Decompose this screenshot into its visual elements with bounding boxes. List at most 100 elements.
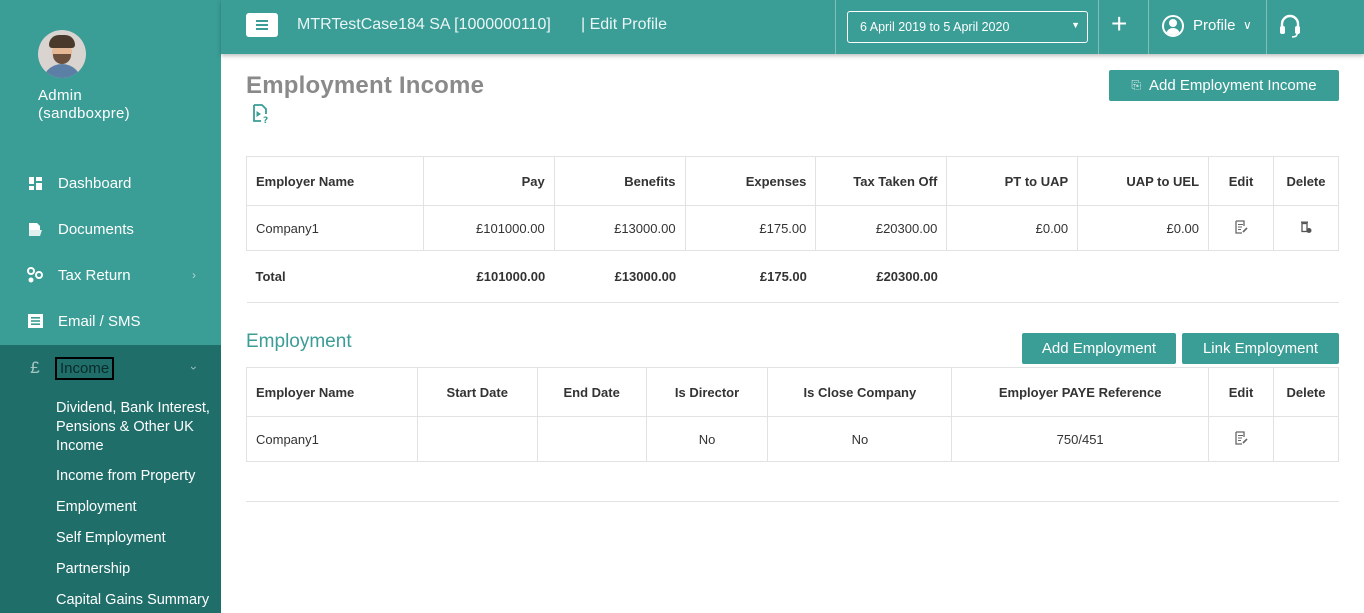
cell-uap-to-uel: £0.00 — [1077, 205, 1210, 251]
col-header: Employer Name — [246, 367, 418, 417]
chevron-down-icon[interactable]: ∨ — [1243, 18, 1252, 32]
main-content: Employment Income ? ⎘ Add Employment Inc… — [221, 54, 1364, 613]
sidebar-item-label: Tax Return — [58, 266, 131, 284]
sidebar-item-label: Income — [54, 356, 115, 380]
divider — [1148, 0, 1149, 54]
cell-employer-name: Company1 — [246, 416, 418, 462]
table-header-row: Employer Name Pay Benefits Expenses Tax … — [246, 156, 1340, 206]
sidebar-sub-property[interactable]: Income from Property — [56, 467, 221, 486]
col-header: Delete — [1272, 367, 1340, 417]
total-pay: £101000.00 — [423, 250, 555, 303]
sidebar-item-dashboard[interactable]: Dashboard — [0, 160, 221, 206]
email-sms-icon — [27, 313, 43, 329]
user-circle-icon[interactable] — [1162, 15, 1184, 37]
total-tax-taken-off: £20300.00 — [815, 250, 947, 303]
edit-icon[interactable] — [1234, 430, 1248, 445]
documents-icon — [27, 221, 43, 237]
total-benefits: £13000.00 — [554, 250, 686, 303]
sidebar-item-label: Dashboard — [58, 174, 132, 192]
sidebar-sub-self-employment[interactable]: Self Employment — [56, 529, 221, 548]
chevron-down-icon: › — [187, 366, 201, 370]
col-header: Employer Name — [246, 156, 424, 206]
col-header: Edit — [1208, 156, 1274, 206]
col-header: Expenses — [684, 156, 817, 206]
edit-profile-link[interactable]: | Edit Profile — [581, 16, 667, 34]
cell-benefits: £13000.00 — [553, 205, 686, 251]
page-title: Employment Income — [246, 72, 485, 99]
cell-paye-reference: 750/451 — [951, 416, 1210, 462]
sidebar-sub-dividend[interactable]: Dividend, Bank Interest, Pensions & Othe… — [56, 399, 221, 456]
divider — [835, 0, 836, 54]
caret-down-icon: ▼ — [1071, 20, 1080, 30]
dashboard-icon — [27, 175, 43, 191]
pound-icon: £ — [30, 358, 40, 377]
cell-start-date — [416, 416, 538, 462]
svg-text:?: ? — [263, 116, 268, 124]
period-select[interactable]: 6 April 2019 to 5 April 2020 ▼ — [847, 11, 1088, 43]
cell-end-date — [536, 416, 647, 462]
hamburger-menu-icon[interactable] — [246, 13, 278, 37]
edit-icon[interactable] — [1234, 219, 1248, 234]
cell-pt-to-uap: £0.00 — [946, 205, 1079, 251]
col-header: Delete — [1272, 156, 1340, 206]
user-name: Admin (sandboxpre) — [38, 87, 130, 122]
employment-table: Employer Name Start Date End Date Is Dir… — [246, 367, 1340, 462]
col-header: Benefits — [553, 156, 686, 206]
col-header: Edit — [1208, 367, 1274, 417]
col-header: Is Close Company — [767, 367, 953, 417]
cell-employer-name: Company1 — [246, 205, 424, 251]
sidebar-item-income[interactable]: £ Income › — [0, 345, 221, 391]
button-label: Add Employment Income — [1149, 77, 1317, 94]
table-row: Company1 £101000.00 £13000.00 £175.00 £2… — [246, 205, 1340, 251]
profile-menu[interactable]: Profile — [1193, 17, 1236, 34]
tax-return-icon — [27, 267, 43, 283]
col-header: Pay — [422, 156, 555, 206]
col-header: Start Date — [416, 367, 538, 417]
col-header: UAP to UEL — [1077, 156, 1210, 206]
sidebar-item-label: Email / SMS — [58, 312, 141, 330]
add-document-icon: ⎘ — [1131, 78, 1142, 92]
headset-icon[interactable] — [1279, 14, 1301, 38]
col-header: End Date — [536, 367, 647, 417]
cell-is-director: No — [645, 416, 769, 462]
cell-delete — [1272, 416, 1340, 462]
chevron-right-icon: › — [192, 268, 196, 282]
divider — [246, 501, 1339, 502]
cell-tax-taken-off: £20300.00 — [815, 205, 948, 251]
col-header: PT to UAP — [946, 156, 1079, 206]
period-select-value: 6 April 2019 to 5 April 2020 — [860, 20, 1010, 34]
sidebar-sub-employment[interactable]: Employment — [56, 498, 221, 517]
divider — [1266, 0, 1267, 54]
col-header: Is Director — [645, 367, 769, 417]
employment-income-table: Employer Name Pay Benefits Expenses Tax … — [246, 156, 1340, 303]
sidebar-item-label: Documents — [58, 220, 134, 238]
cell-is-close-company: No — [767, 416, 953, 462]
delete-icon[interactable] — [1300, 220, 1312, 234]
add-employment-button[interactable]: Add Employment — [1022, 333, 1176, 364]
total-label: Total — [246, 250, 424, 303]
avatar[interactable] — [38, 30, 86, 78]
sidebar-sub-partnership[interactable]: Partnership — [56, 560, 221, 579]
user-profile-block: Admin (sandboxpre) — [0, 0, 221, 134]
income-section: £ Income › Dividend, Bank Interest, Pens… — [0, 345, 221, 613]
cell-pay: £101000.00 — [422, 205, 555, 251]
sidebar-item-email-sms[interactable]: Email / SMS — [0, 298, 221, 344]
divider — [1098, 0, 1099, 54]
client-title: MTRTestCase184 SA [1000000110] — [297, 16, 551, 33]
sidebar-item-documents[interactable]: Documents — [0, 206, 221, 252]
sidebar-sub-capital-gains[interactable]: Capital Gains Summary — [56, 591, 221, 610]
table-header-row: Employer Name Start Date End Date Is Dir… — [246, 367, 1340, 417]
col-header: Employer PAYE Reference — [951, 367, 1210, 417]
cell-expenses: £175.00 — [684, 205, 817, 251]
sidebar: Admin (sandboxpre) Dashboard Documents T… — [0, 0, 221, 613]
total-row: Total £101000.00 £13000.00 £175.00 £2030… — [246, 250, 1339, 303]
total-expenses: £175.00 — [685, 250, 816, 303]
sidebar-item-tax-return[interactable]: Tax Return › — [0, 252, 221, 298]
link-employment-button[interactable]: Link Employment — [1182, 333, 1339, 364]
document-help-icon[interactable]: ? — [251, 104, 271, 124]
plus-icon[interactable]: + — [1111, 9, 1127, 39]
col-header: Tax Taken Off — [815, 156, 948, 206]
employment-section-title: Employment — [246, 331, 352, 352]
table-row: Company1 No No 750/451 — [246, 416, 1340, 462]
add-employment-income-button[interactable]: ⎘ Add Employment Income — [1109, 70, 1339, 101]
